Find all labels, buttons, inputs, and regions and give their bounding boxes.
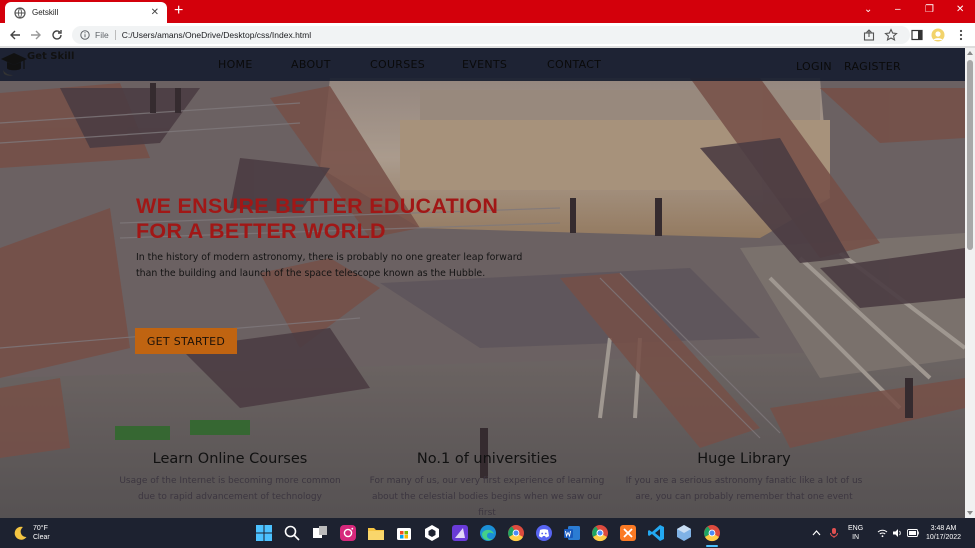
vscode-icon[interactable]: [647, 524, 665, 542]
microsoft-store-icon[interactable]: [395, 524, 413, 542]
feature-description: For many of us, our very first experienc…: [369, 476, 605, 518]
url-separator: [114, 30, 116, 40]
get-started-button[interactable]: GET STARTED: [135, 328, 237, 354]
url-text[interactable]: C:/Users/amans/OneDrive/Desktop/css/Inde…: [122, 30, 311, 40]
window-close-button[interactable]: ✕: [956, 4, 964, 15]
volume-icon[interactable]: [892, 528, 903, 538]
clock-date: 10/17/2022: [926, 534, 962, 541]
url-scheme: File: [95, 30, 109, 40]
weather-widget[interactable]: 70°F Clear: [12, 524, 50, 542]
task-view-icon[interactable]: [311, 524, 329, 542]
forward-icon[interactable]: [29, 28, 43, 42]
weather-condition: Clear: [33, 534, 50, 541]
star-icon[interactable]: [884, 28, 898, 42]
tab-close-icon[interactable]: ✕: [151, 7, 159, 18]
hero-description-line-1: In the history of modern astronomy, ther…: [136, 252, 523, 263]
clock[interactable]: 3:48 AM 10/17/2022: [926, 524, 961, 542]
page-scrollbar[interactable]: [965, 48, 975, 518]
windows-taskbar: 70°F Clear ENG IN 3:48 AM 10/17/2022: [0, 518, 975, 548]
affinity-icon[interactable]: [451, 524, 469, 542]
search-icon[interactable]: [283, 524, 301, 542]
hero-description: In the history of modern astronomy, ther…: [136, 250, 522, 281]
nav-courses[interactable]: COURSES: [370, 58, 425, 71]
window-minimize-button[interactable]: –: [895, 4, 901, 15]
login-link[interactable]: LOGIN: [796, 60, 832, 73]
wifi-icon[interactable]: [877, 528, 888, 538]
share-icon[interactable]: [862, 28, 876, 42]
dark-overlay: [0, 48, 965, 518]
xampp-icon[interactable]: [619, 524, 637, 542]
chrome-icon[interactable]: [507, 524, 525, 542]
windows-start-icon[interactable]: [255, 524, 273, 542]
menu-kebab-icon[interactable]: [954, 28, 968, 42]
web-page: Get Skill HOME ABOUT COURSES EVENTS CONT…: [0, 48, 965, 518]
active-app-indicator: [706, 545, 718, 547]
reload-icon[interactable]: [50, 28, 64, 42]
virtualbox-icon[interactable]: [675, 524, 693, 542]
nav-events[interactable]: EVENTS: [462, 58, 507, 71]
scroll-down-icon[interactable]: [967, 511, 973, 515]
unity-icon[interactable]: [423, 524, 441, 542]
chrome-profile-icon[interactable]: [591, 524, 609, 542]
feature-description: Usage of the Internet is becoming more c…: [119, 476, 341, 502]
register-link[interactable]: RAGISTER: [844, 60, 901, 73]
nav-about[interactable]: ABOUT: [291, 58, 331, 71]
chrome-active-icon[interactable]: [703, 524, 721, 542]
language-indicator[interactable]: ENG IN: [848, 524, 863, 542]
address-toolbar: File C:/Users/amans/OneDrive/Desktop/css…: [0, 23, 975, 47]
instagram-icon[interactable]: [339, 524, 357, 542]
show-hidden-icons-icon[interactable]: [812, 529, 821, 536]
side-panel-icon[interactable]: [910, 28, 924, 42]
browser-tab-bar: Getskill ✕ + ⌄ – ❐ ✕: [0, 0, 975, 23]
feature-title: Learn Online Courses: [152, 451, 308, 467]
hero-description-line-2: than the building and launch of the spac…: [136, 267, 486, 279]
graduation-cap-logo-icon[interactable]: [0, 50, 28, 80]
feature-universities: No.1 of universities For many of us, our…: [367, 451, 607, 518]
moon-icon: [14, 526, 27, 540]
url-bar[interactable]: File C:/Users/amans/OneDrive/Desktop/css…: [72, 26, 910, 44]
window-maximize-button[interactable]: ❐: [925, 4, 934, 15]
clock-time: 3:48 AM: [930, 525, 957, 532]
nav-home[interactable]: HOME: [218, 58, 253, 71]
battery-icon[interactable]: [907, 529, 919, 537]
info-icon[interactable]: [80, 30, 90, 40]
discord-icon[interactable]: [535, 524, 553, 542]
feature-title: Huge Library: [697, 451, 791, 467]
region-code: IN: [852, 534, 860, 541]
word-icon[interactable]: [563, 524, 581, 542]
file-explorer-icon[interactable]: [367, 524, 385, 542]
weather-temperature: 70°F: [33, 525, 48, 532]
profile-avatar-icon[interactable]: [931, 28, 945, 42]
hero-heading: WE ENSURE BETTER EDUCATION FOR A BETTER …: [136, 194, 498, 244]
tab-title: Getskill: [32, 8, 59, 17]
browser-tab[interactable]: Getskill ✕: [5, 2, 167, 23]
scroll-up-icon[interactable]: [967, 51, 973, 55]
globe-icon: [14, 6, 26, 19]
feature-description: If you are a serious astronomy fanatic l…: [625, 476, 863, 502]
hero-heading-line-2: FOR A BETTER WORLD: [136, 219, 386, 243]
back-icon[interactable]: [8, 28, 22, 42]
language-code: ENG: [848, 525, 864, 532]
edge-icon[interactable]: [479, 524, 497, 542]
feature-title: No.1 of universities: [416, 451, 558, 467]
hero-heading-line-1: WE ENSURE BETTER EDUCATION: [136, 194, 499, 218]
feature-library: Huge Library If you are a serious astron…: [624, 451, 864, 505]
scrollbar-thumb[interactable]: [967, 60, 973, 250]
microphone-icon[interactable]: [829, 527, 839, 539]
new-tab-button[interactable]: +: [174, 3, 183, 19]
screen: Getskill ✕ + ⌄ – ❐ ✕ File C:/Users/amans…: [0, 0, 975, 548]
site-brand[interactable]: Get Skill: [27, 51, 74, 62]
feature-online-courses: Learn Online Courses Usage of the Intern…: [110, 451, 350, 505]
tab-search-icon[interactable]: ⌄: [864, 4, 872, 15]
nav-contact[interactable]: CONTACT: [547, 58, 601, 71]
